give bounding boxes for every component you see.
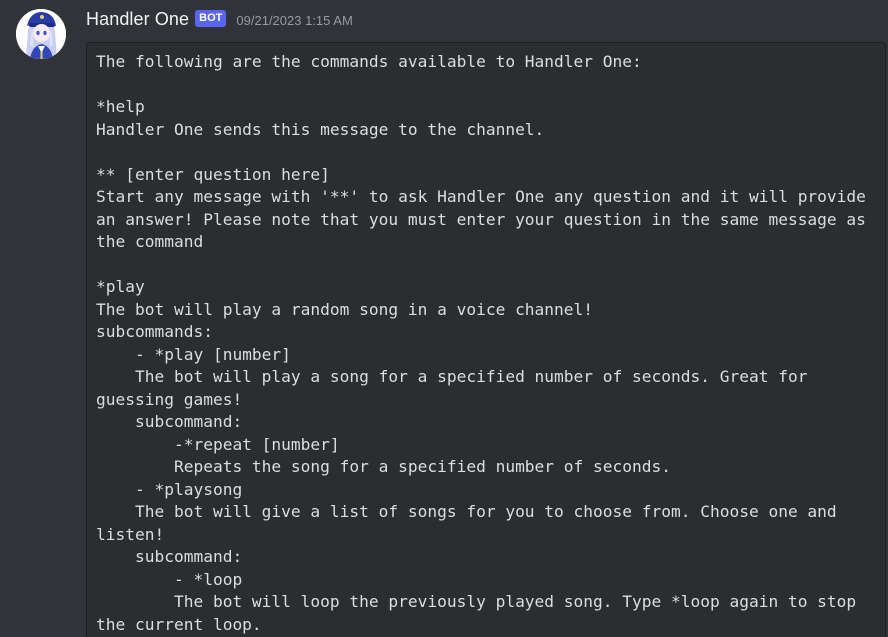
code-line: The following are the commands available… [96, 52, 642, 71]
author-name[interactable]: Handler One [86, 9, 189, 30]
code-line: subcommands: [96, 322, 213, 341]
message-timestamp: 09/21/2023 1:15 AM [236, 12, 353, 28]
chat-message: Handler One BOT 09/21/2023 1:15 AM The f… [0, 0, 888, 637]
code-line: - *loop [96, 569, 243, 589]
code-line: Handler One sends this message to the ch… [96, 119, 545, 139]
code-line: guessing games! [96, 389, 243, 409]
code-block: The following are the commands available… [86, 42, 886, 637]
code-content: The following are the commands available… [87, 43, 885, 636]
code-line: Start any message with '**' to ask Handl… [96, 187, 866, 206]
code-line: *help [96, 97, 145, 116]
code-line: The bot will play a song for a specified… [96, 367, 808, 386]
code-line: the current loop. [96, 614, 262, 634]
code-line: *play [96, 277, 145, 296]
code-line: listen! [96, 524, 165, 544]
code-line: subcommand: [96, 547, 243, 566]
code-line: ** [enter question here] [96, 164, 330, 184]
code-line: The bot will give a list of songs for yo… [96, 502, 837, 521]
bot-avatar[interactable] [16, 9, 66, 59]
code-line: -*repeat [number] [96, 434, 340, 454]
code-line: - *playsong [96, 479, 243, 499]
code-line: The bot will loop the previously played … [96, 592, 857, 611]
code-line: an answer! Please note that you must ent… [96, 209, 866, 229]
message-header: Handler One BOT 09/21/2023 1:15 AM [86, 7, 353, 31]
anime-character-avatar-icon [16, 9, 66, 59]
bot-badge: BOT [195, 9, 227, 27]
code-line: the command [96, 232, 204, 251]
code-line: - *play [number] [96, 344, 291, 364]
code-line: The bot will play a random song in a voi… [96, 299, 594, 319]
code-line: Repeats the song for a specified number … [96, 457, 671, 476]
code-line: subcommand: [96, 412, 243, 431]
